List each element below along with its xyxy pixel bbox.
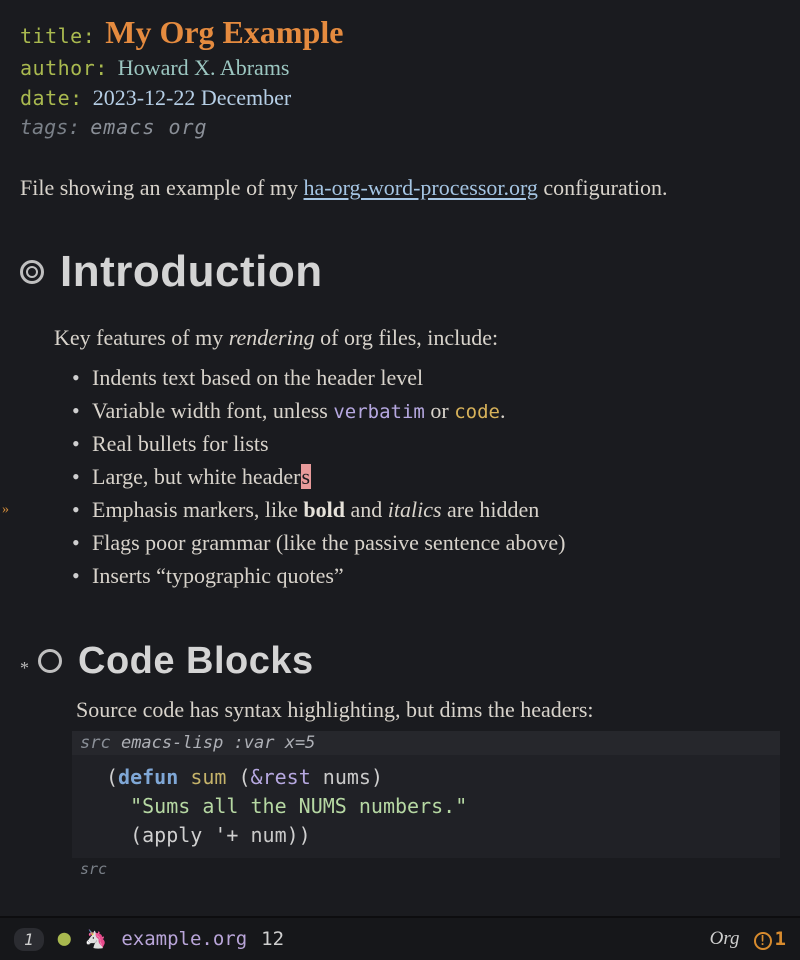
intro-paragraph: File showing an example of my ha-org-wor… bbox=[20, 173, 780, 203]
line-number: 12 bbox=[261, 928, 284, 950]
text-cursor: s bbox=[301, 464, 312, 489]
title-key: title: bbox=[20, 24, 95, 48]
heading-bullet-icon bbox=[38, 649, 62, 673]
src-end-line: src bbox=[72, 858, 780, 880]
list-item: Indents text based on the header level bbox=[72, 361, 780, 394]
list-item: Large, but white headers bbox=[72, 460, 780, 493]
date-value: 2023-12-22 December bbox=[93, 85, 292, 111]
src-code-body[interactable]: (defun sum (&rest nums) "Sums all the NU… bbox=[72, 755, 780, 858]
list-item: Real bullets for lists bbox=[72, 427, 780, 460]
doc-title: My Org Example bbox=[105, 14, 343, 51]
feature-list: Indents text based on the header level V… bbox=[72, 361, 780, 592]
section-introduction: Key features of my rendering of org file… bbox=[54, 325, 780, 592]
buffer-filename[interactable]: example.org bbox=[121, 928, 247, 950]
meta-date-line: date: 2023-12-22 December bbox=[20, 85, 780, 111]
heading-bullet-icon bbox=[20, 260, 44, 284]
meta-title-line: title: My Org Example bbox=[20, 14, 780, 51]
tags-key: tags: bbox=[20, 115, 80, 139]
fringe-marker-icon: » bbox=[2, 499, 9, 520]
list-item: Variable width font, unless verbatim or … bbox=[72, 394, 780, 427]
warning-icon: ! bbox=[754, 932, 772, 950]
author-key: author: bbox=[20, 56, 108, 80]
date-key: date: bbox=[20, 86, 83, 110]
author-value: Howard X. Abrams bbox=[118, 55, 290, 81]
meta-author-line: author: Howard X. Abrams bbox=[20, 55, 780, 81]
list-item: Inserts “typographic quotes” bbox=[72, 559, 780, 592]
src-begin-line: src emacs-lisp :var x=5 bbox=[72, 731, 780, 755]
org-star-icon: * bbox=[20, 658, 29, 679]
major-mode[interactable]: Org bbox=[710, 928, 740, 950]
src-intro-text: Source code has syntax highlighting, but… bbox=[76, 697, 780, 723]
editor-buffer[interactable]: title: My Org Example author: Howard X. … bbox=[0, 0, 800, 916]
src-block-wrap: Source code has syntax highlighting, but… bbox=[72, 697, 780, 880]
intro-line: Key features of my rendering of org file… bbox=[54, 325, 780, 351]
config-link[interactable]: ha-org-word-processor.org bbox=[304, 175, 538, 200]
meta-tags-line: tags: emacs org bbox=[20, 115, 780, 139]
heading-introduction[interactable]: Introduction bbox=[20, 247, 780, 297]
heading-1-text: Introduction bbox=[60, 247, 323, 297]
heading-code-blocks[interactable]: * Code Blocks bbox=[38, 640, 780, 683]
tags-value: emacs org bbox=[90, 115, 207, 139]
flycheck-warning[interactable]: !1 bbox=[754, 928, 786, 950]
list-item: Flags poor grammar (like the passive sen… bbox=[72, 526, 780, 559]
mode-icon: 🦄 bbox=[85, 929, 107, 950]
list-item: » Emphasis markers, like bold and italic… bbox=[72, 493, 780, 526]
modeline[interactable]: 1 ● 🦄 example.org 12 Org !1 bbox=[0, 916, 800, 960]
window-number[interactable]: 1 bbox=[14, 928, 44, 951]
heading-2-text: Code Blocks bbox=[78, 640, 314, 683]
